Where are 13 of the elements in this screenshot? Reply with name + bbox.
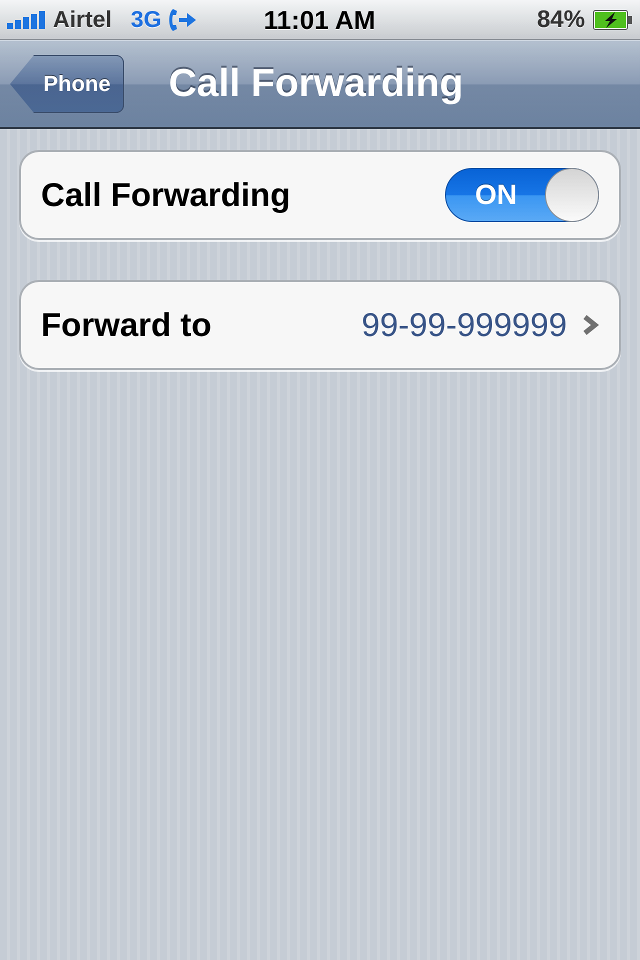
battery-percentage: 84% <box>536 8 585 32</box>
phone-number-value: 99-99-999999 <box>361 306 567 344</box>
clock-time: 11:01 AM <box>264 6 376 32</box>
signal-bars-icon <box>7 10 46 28</box>
row-label: Call Forwarding <box>41 176 292 214</box>
toggle-switch[interactable]: ON <box>445 168 599 222</box>
back-button[interactable]: Phone <box>10 55 124 113</box>
chevron-right-icon[interactable] <box>583 313 599 337</box>
carrier-name: Airtel <box>53 8 112 31</box>
row-label: Forward to <box>41 306 212 344</box>
page-title: Call Forwarding <box>168 62 464 106</box>
network-type: 3G <box>130 8 162 31</box>
handset-arrow-icon <box>168 8 196 30</box>
